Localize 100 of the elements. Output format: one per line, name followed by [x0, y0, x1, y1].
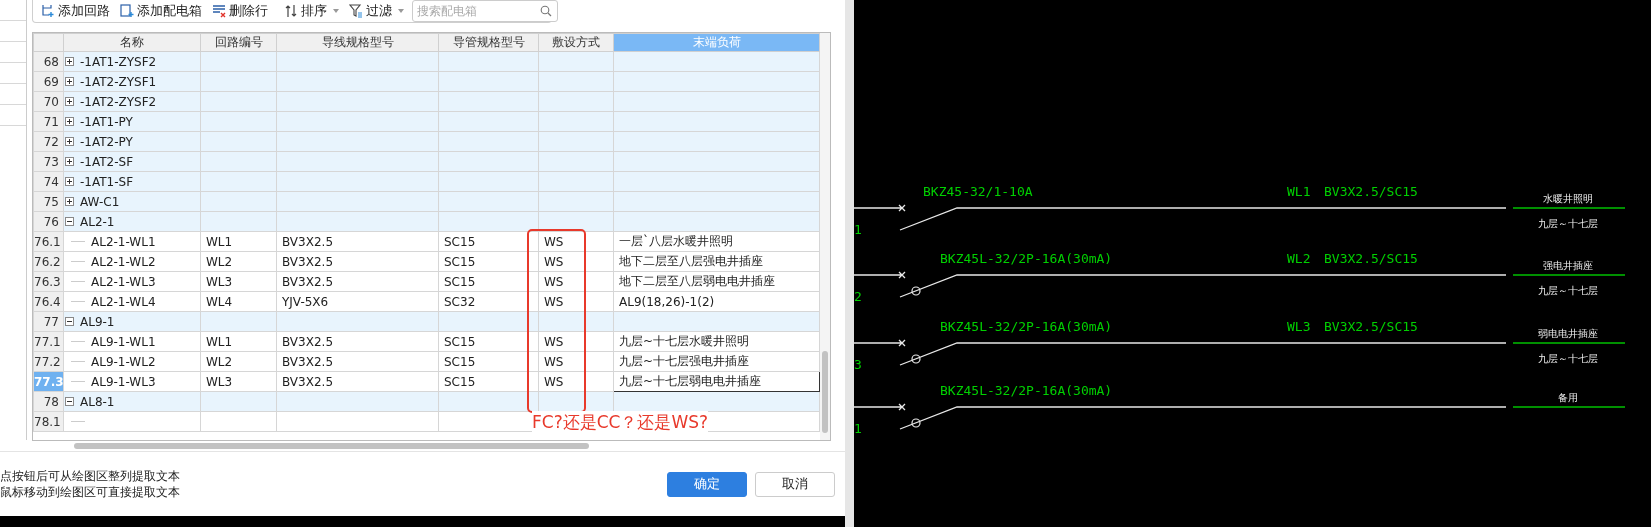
table-cell: AW-C1 — [80, 195, 120, 209]
ok-button[interactable]: 确定 — [667, 471, 747, 497]
collapse-icon[interactable] — [65, 397, 74, 407]
line-number: 2 — [854, 289, 862, 304]
row-number[interactable]: 70 — [33, 92, 64, 112]
row-number[interactable]: 76.4 — [33, 292, 64, 312]
row-number[interactable]: 69 — [33, 72, 64, 92]
scrollbar-thumb[interactable] — [74, 443, 589, 450]
table-cell: AL9-1 — [80, 315, 115, 329]
table-cell: WS — [544, 375, 564, 389]
table-cell: 地下二层至八层弱电电井插座 — [619, 274, 775, 289]
table-cell: AL2-1-WL4 — [91, 295, 156, 309]
row-number[interactable]: 77 — [33, 312, 64, 332]
table-cell: SC15 — [444, 235, 476, 249]
table-cell: 地下二层至八层强电井插座 — [619, 254, 763, 269]
expand-icon[interactable] — [65, 137, 74, 147]
table-cell: WL3 — [206, 375, 233, 389]
load-label: 强电井插座 — [1543, 260, 1593, 271]
table-cell: -1AT2-PY — [80, 135, 133, 149]
column-header[interactable]: 回路编号 — [200, 34, 277, 52]
table-cell: WS — [544, 255, 564, 269]
row-number[interactable]: 73 — [33, 152, 64, 172]
table-cell: SC32 — [444, 295, 476, 309]
expand-icon[interactable] — [65, 77, 74, 87]
row-number[interactable]: 74 — [33, 172, 64, 192]
table-cell: SC15 — [444, 255, 476, 269]
table-cell: WL1 — [206, 335, 233, 349]
row-number[interactable]: 76 — [33, 212, 64, 232]
table-cell: BV3X2.5 — [282, 355, 333, 369]
expand-icon[interactable] — [65, 197, 74, 207]
table-cell: WS — [544, 235, 564, 249]
scrollbar-thumb[interactable] — [822, 351, 828, 434]
column-header[interactable]: 导线规格型号 — [276, 34, 439, 52]
table-cell: AL2-1-WL3 — [91, 275, 156, 289]
circuit-label: WL3 — [1287, 319, 1311, 334]
table-cell: WL1 — [206, 235, 233, 249]
annotation-text: FC?还是CC？还是WS? — [532, 411, 709, 435]
row-number[interactable]: 72 — [33, 132, 64, 152]
expand-icon[interactable] — [65, 157, 74, 167]
table-cell: AL2-1 — [80, 215, 115, 229]
table-cell: 一层`八层水暖井照明 — [619, 234, 733, 249]
table-cell: WS — [544, 295, 564, 309]
row-number[interactable]: 76.3 — [33, 272, 64, 292]
cancel-button[interactable]: 取消 — [755, 471, 835, 497]
table-cell: -1AT1-PY — [80, 115, 133, 129]
row-number[interactable]: 68 — [33, 52, 64, 72]
hint-text: 鼠标移动到绘图区可直接提取文本 — [0, 484, 180, 500]
collapse-icon[interactable] — [65, 317, 74, 327]
delete-row-button[interactable]: 删除行 — [208, 0, 272, 23]
expand-icon[interactable] — [65, 57, 74, 67]
row-number[interactable]: 76.2 — [33, 252, 64, 272]
expand-icon[interactable] — [65, 177, 74, 187]
delete-row-icon — [212, 4, 226, 19]
table-cell: AL8-1 — [80, 395, 115, 409]
table-cell: BV3X2.5 — [282, 275, 333, 289]
table-cell: AL9-1-WL3 — [91, 375, 156, 389]
circuit-label: WL2 — [1287, 251, 1311, 266]
table-cell: WS — [544, 335, 564, 349]
floor-label: 九层～十七层 — [1538, 285, 1598, 296]
add-box-icon — [120, 4, 134, 19]
line-number: 1 — [854, 421, 862, 436]
row-number[interactable]: 76.1 — [33, 232, 64, 252]
table-cell: WL2 — [206, 255, 233, 269]
table-cell: WL4 — [206, 295, 233, 309]
column-header[interactable]: 名称 — [63, 34, 201, 52]
expand-icon[interactable] — [65, 97, 74, 107]
breaker-label: BKZ45-32/1-10A — [923, 184, 1033, 199]
table-cell: BV3X2.5 — [282, 235, 333, 249]
sort-icon — [284, 4, 298, 19]
row-number[interactable]: 77.2 — [33, 352, 64, 372]
expand-icon[interactable] — [65, 117, 74, 127]
floor-label: 九层～十七层 — [1538, 218, 1598, 229]
add-box-button[interactable]: 添加配电箱 — [116, 0, 206, 23]
table-cell: -1AT2-SF — [80, 155, 134, 169]
cable-label: BV3X2.5/SC15 — [1324, 184, 1418, 199]
add-circuit-button[interactable]: 添加回路 — [37, 0, 114, 23]
line-number: 1 — [854, 222, 862, 237]
row-number[interactable]: 77.1 — [33, 332, 64, 352]
column-header[interactable]: 导管规格型号 — [438, 34, 539, 52]
floor-label: 九层～十七层 — [1538, 353, 1598, 364]
collapse-icon[interactable] — [65, 217, 74, 227]
table-cell: BV3X2.5 — [282, 375, 333, 389]
breaker-label: BKZ45L-32/2P-16A(30mA) — [940, 319, 1113, 334]
row-number[interactable]: 78 — [33, 392, 64, 412]
table-cell: 九层~十七层强电井插座 — [619, 354, 750, 369]
sort-button[interactable]: 排序 — [280, 0, 343, 23]
table-cell: -1AT1-SF — [80, 175, 134, 189]
circuit-label: WL1 — [1287, 184, 1311, 199]
filter-button[interactable]: 过滤 — [345, 0, 408, 23]
table-cell: WL3 — [206, 275, 233, 289]
row-number[interactable]: 75 — [33, 192, 64, 212]
table-cell: WS — [544, 355, 564, 369]
table-cell: SC15 — [444, 355, 476, 369]
table-cell: WS — [544, 275, 564, 289]
column-header[interactable]: 敷设方式 — [538, 34, 614, 52]
cable-label: BV3X2.5/SC15 — [1324, 319, 1418, 334]
search-field[interactable]: 搜索配电箱 — [412, 0, 558, 23]
table-cell: AL9(18,26)-1(2) — [619, 295, 715, 309]
row-number[interactable]: 71 — [33, 112, 64, 132]
row-number[interactable]: 78.1 — [33, 412, 64, 432]
